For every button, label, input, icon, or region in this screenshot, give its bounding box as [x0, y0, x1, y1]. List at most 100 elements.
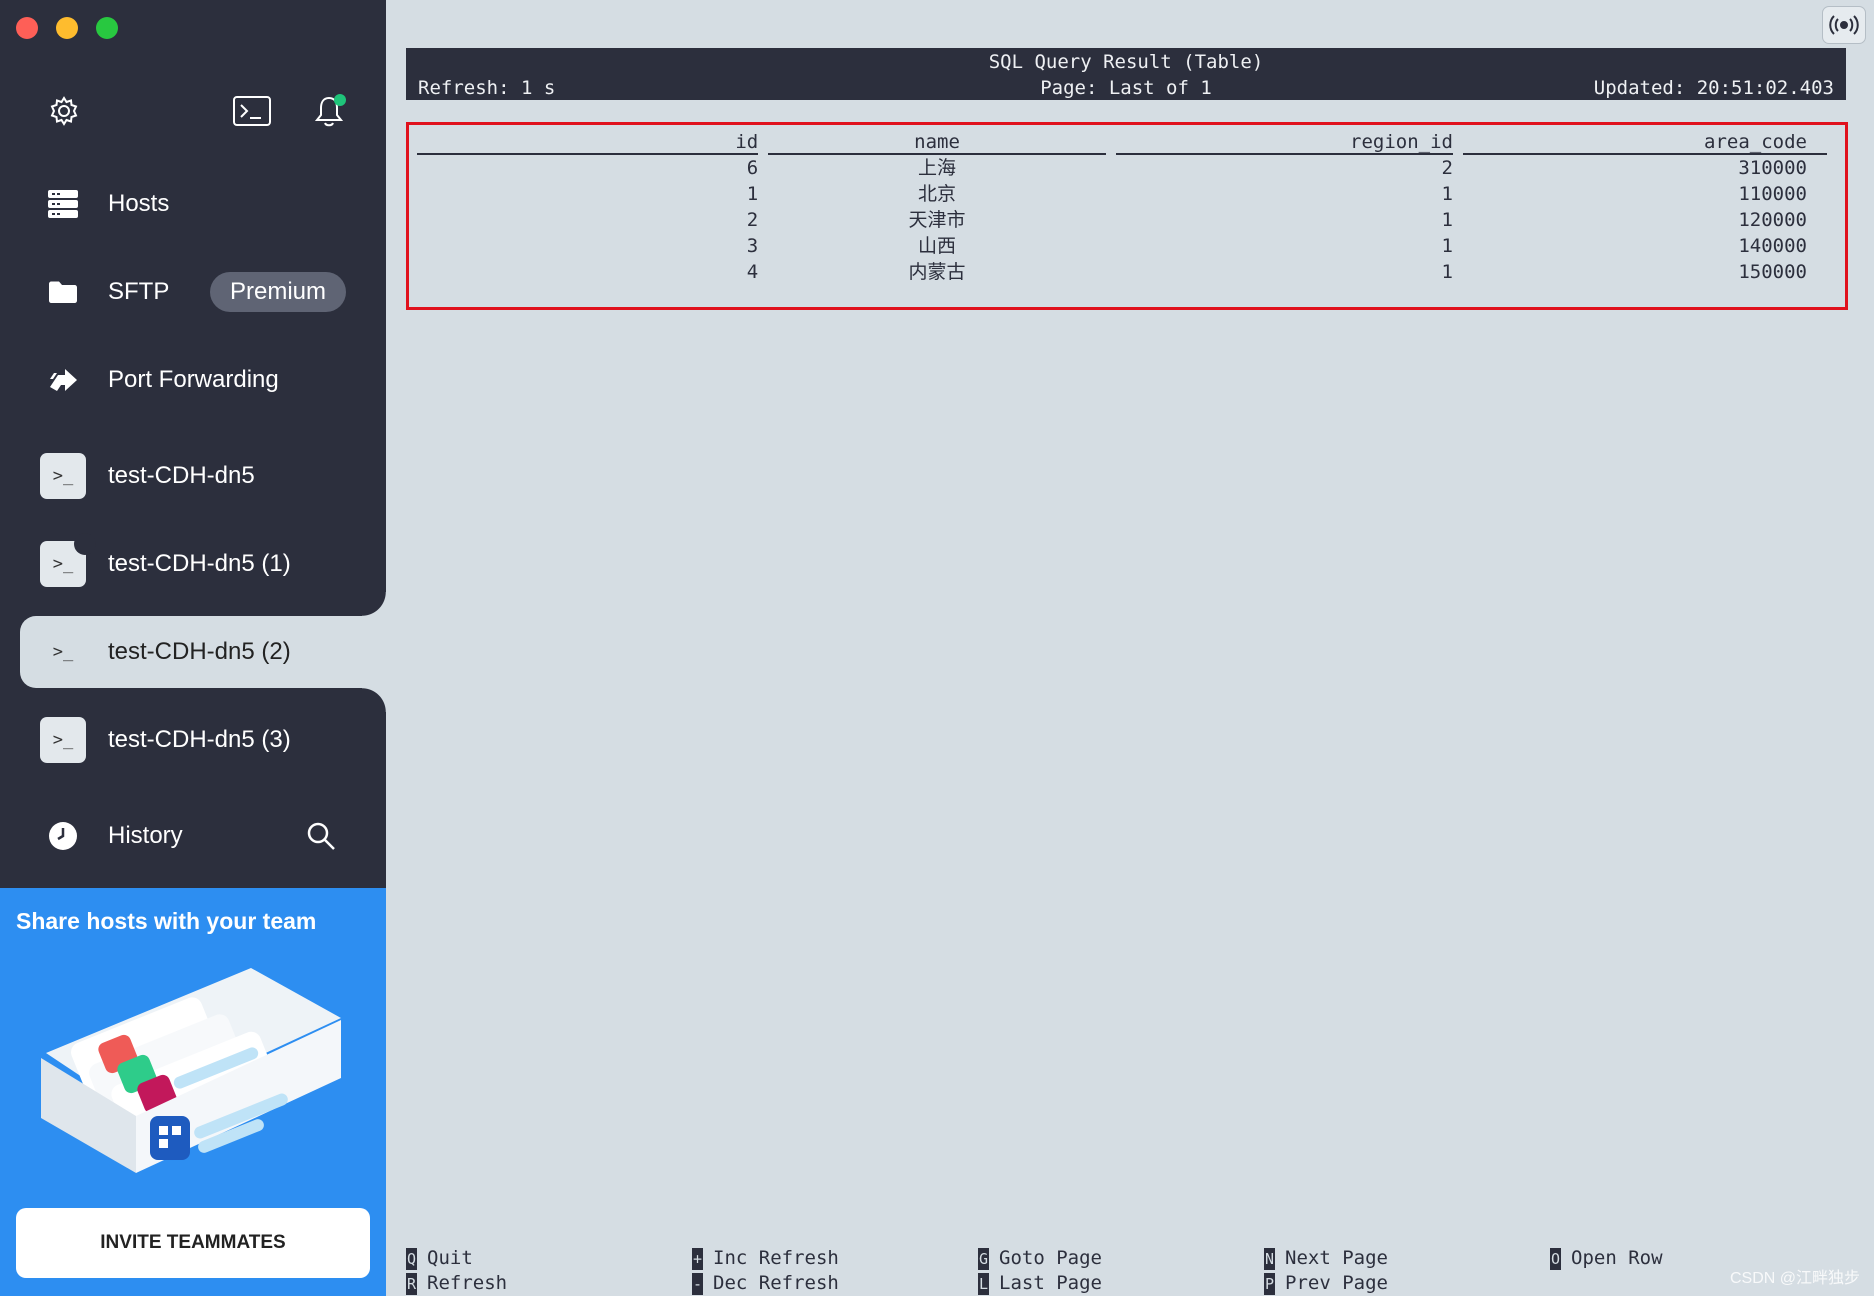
sidebar-item-label: test-CDH-dn5 (3)	[108, 726, 291, 753]
sidebar-item-label: test-CDH-dn5 (1)	[108, 550, 291, 577]
cell-area-code: 120000	[1738, 209, 1807, 231]
sidebar-item-hosts[interactable]: Hosts	[20, 168, 386, 240]
sidebar-item-label: SFTP	[108, 278, 170, 305]
sidebar: Hosts SFTP Premium Port Forwarding >_ te…	[0, 0, 386, 1296]
search-icon[interactable]	[303, 818, 339, 854]
cell-name: 天津市	[908, 209, 966, 231]
session-icon-wrap: >_	[40, 453, 86, 499]
cell-area-code: 110000	[1738, 183, 1807, 205]
key-cap[interactable]: +	[692, 1247, 703, 1270]
table-row[interactable]: 2 天津市 1 120000	[417, 207, 1827, 233]
session-icon-wrap: >_	[40, 533, 96, 587]
invite-teammates-button[interactable]: INVITE TEAMMATES	[16, 1208, 370, 1278]
shortcut-label: Open Row	[1571, 1247, 1663, 1269]
hosts-icon	[40, 181, 86, 227]
terminal-prompt-icon: >_	[40, 453, 86, 499]
shortcut-label: Inc Refresh	[713, 1247, 839, 1269]
premium-badge[interactable]: Premium	[210, 272, 347, 312]
sidebar-item-sftp[interactable]: SFTP Premium	[20, 256, 386, 328]
key-shortcut-bar: Q Quit R Refresh + Inc Refresh - Dec Refresh…	[406, 1246, 1866, 1296]
column-header: region_id	[1115, 131, 1453, 155]
shortcut-label: Next Page	[1285, 1247, 1388, 1269]
sidebar-item-session[interactable]: >_ test-CDH-dn5 (3)	[20, 704, 386, 776]
shortcut-label: Dec Refresh	[713, 1272, 839, 1294]
terminal-icon[interactable]	[231, 90, 273, 132]
column-header: name	[768, 131, 1106, 155]
cell-name: 上海	[918, 157, 957, 179]
table-row[interactable]: 1 北京 1 110000	[417, 181, 1827, 207]
status-dot	[74, 533, 96, 555]
cell-area-code: 150000	[1738, 261, 1807, 283]
sidebar-item-label: Port Forwarding	[108, 366, 279, 393]
key-cap[interactable]: P	[1264, 1272, 1275, 1295]
sidebar-item-label: History	[108, 822, 183, 849]
query-result-header: SQL Query Result (Table) Refresh: 1 s Pa…	[406, 48, 1846, 100]
terminal-prompt-icon: >_	[52, 642, 74, 662]
cell-area-code: 140000	[1738, 235, 1807, 257]
cell-region-id: 1	[1441, 183, 1453, 205]
highlighted-result-table: id name region_id area_code 6 上海 2 31000…	[406, 122, 1848, 310]
sidebar-item-label: test-CDH-dn5	[108, 462, 255, 489]
promo-title: Share hosts with your team	[16, 908, 317, 934]
cell-id: 1	[746, 183, 759, 205]
folder-icon	[40, 269, 86, 315]
cell-id: 3	[746, 235, 759, 257]
host-cards-illustration	[36, 958, 356, 1183]
gear-icon[interactable]	[43, 90, 85, 132]
terminal-area[interactable]: SQL Query Result (Table) Refresh: 1 s Pa…	[386, 0, 1874, 1296]
key-cap[interactable]: R	[406, 1272, 417, 1295]
shortcut-group: O Open Row	[1550, 1246, 1663, 1271]
shortcut-group: Q Quit R Refresh	[406, 1246, 507, 1296]
sidebar-item-label: test-CDH-dn5 (2)	[108, 638, 291, 665]
sidebar-item-session-active[interactable]: >_ test-CDH-dn5 (2)	[20, 592, 386, 712]
sidebar-item-session[interactable]: >_ test-CDH-dn5	[20, 440, 386, 512]
shortcut-label: Quit	[427, 1247, 473, 1269]
cell-id: 2	[746, 209, 759, 231]
key-cap[interactable]: G	[978, 1247, 989, 1270]
table-header-row: id name region_id area_code	[417, 131, 1827, 155]
clock-icon	[40, 813, 86, 859]
sidebar-item-label: Hosts	[108, 190, 170, 217]
key-cap[interactable]: -	[692, 1272, 703, 1295]
cell-region-id: 1	[1441, 235, 1453, 257]
cell-name: 北京	[918, 183, 957, 205]
cell-region-id: 2	[1441, 157, 1453, 179]
notification-dot	[334, 94, 346, 106]
shortcut-group: G Goto Page L Last Page	[978, 1246, 1102, 1296]
shortcut-group: N Next Page P Prev Page	[1264, 1246, 1388, 1296]
column-gap	[1453, 131, 1463, 154]
minimize-window-button[interactable]	[56, 17, 78, 39]
column-gap	[1106, 131, 1116, 154]
column-header: id	[417, 131, 759, 155]
key-cap[interactable]: L	[978, 1272, 989, 1295]
broadcast-icon[interactable]	[1822, 6, 1866, 44]
cell-area-code: 310000	[1738, 157, 1807, 179]
cell-name: 山西	[918, 235, 957, 257]
table-row[interactable]: 3 山西 1 140000	[417, 233, 1827, 259]
table-row[interactable]: 6 上海 2 310000	[417, 154, 1827, 181]
key-cap[interactable]: N	[1264, 1247, 1275, 1270]
session-icon-wrap: >_	[40, 629, 86, 675]
shortcut-label: Refresh	[427, 1272, 508, 1294]
port-forwarding-icon	[40, 357, 86, 403]
result-title: SQL Query Result (Table)	[988, 51, 1264, 73]
terminal-prompt-icon: >_	[40, 717, 86, 763]
cell-id: 4	[746, 261, 759, 283]
table-row[interactable]: 4 内蒙古 1 150000	[417, 259, 1827, 285]
cell-region-id: 1	[1441, 261, 1453, 283]
sidebar-item-session[interactable]: >_ test-CDH-dn5 (1)	[20, 528, 386, 600]
key-cap[interactable]: O	[1550, 1247, 1561, 1270]
column-header: area_code	[1463, 131, 1827, 155]
cell-region-id: 1	[1441, 209, 1453, 231]
shortcut-group: + Inc Refresh - Dec Refresh	[692, 1246, 839, 1296]
sidebar-item-port-forwarding[interactable]: Port Forwarding	[20, 344, 386, 416]
shortcut-label: Prev Page	[1285, 1272, 1388, 1294]
close-window-button[interactable]	[16, 17, 38, 39]
updated-time: Updated: 20:51:02.403	[1593, 77, 1834, 99]
key-cap[interactable]: Q	[406, 1247, 417, 1270]
cell-id: 6	[746, 157, 759, 179]
shortcut-label: Goto Page	[999, 1247, 1102, 1269]
zoom-window-button[interactable]	[96, 17, 118, 39]
session-icon-wrap: >_	[40, 717, 86, 763]
bell-icon[interactable]	[308, 90, 350, 132]
